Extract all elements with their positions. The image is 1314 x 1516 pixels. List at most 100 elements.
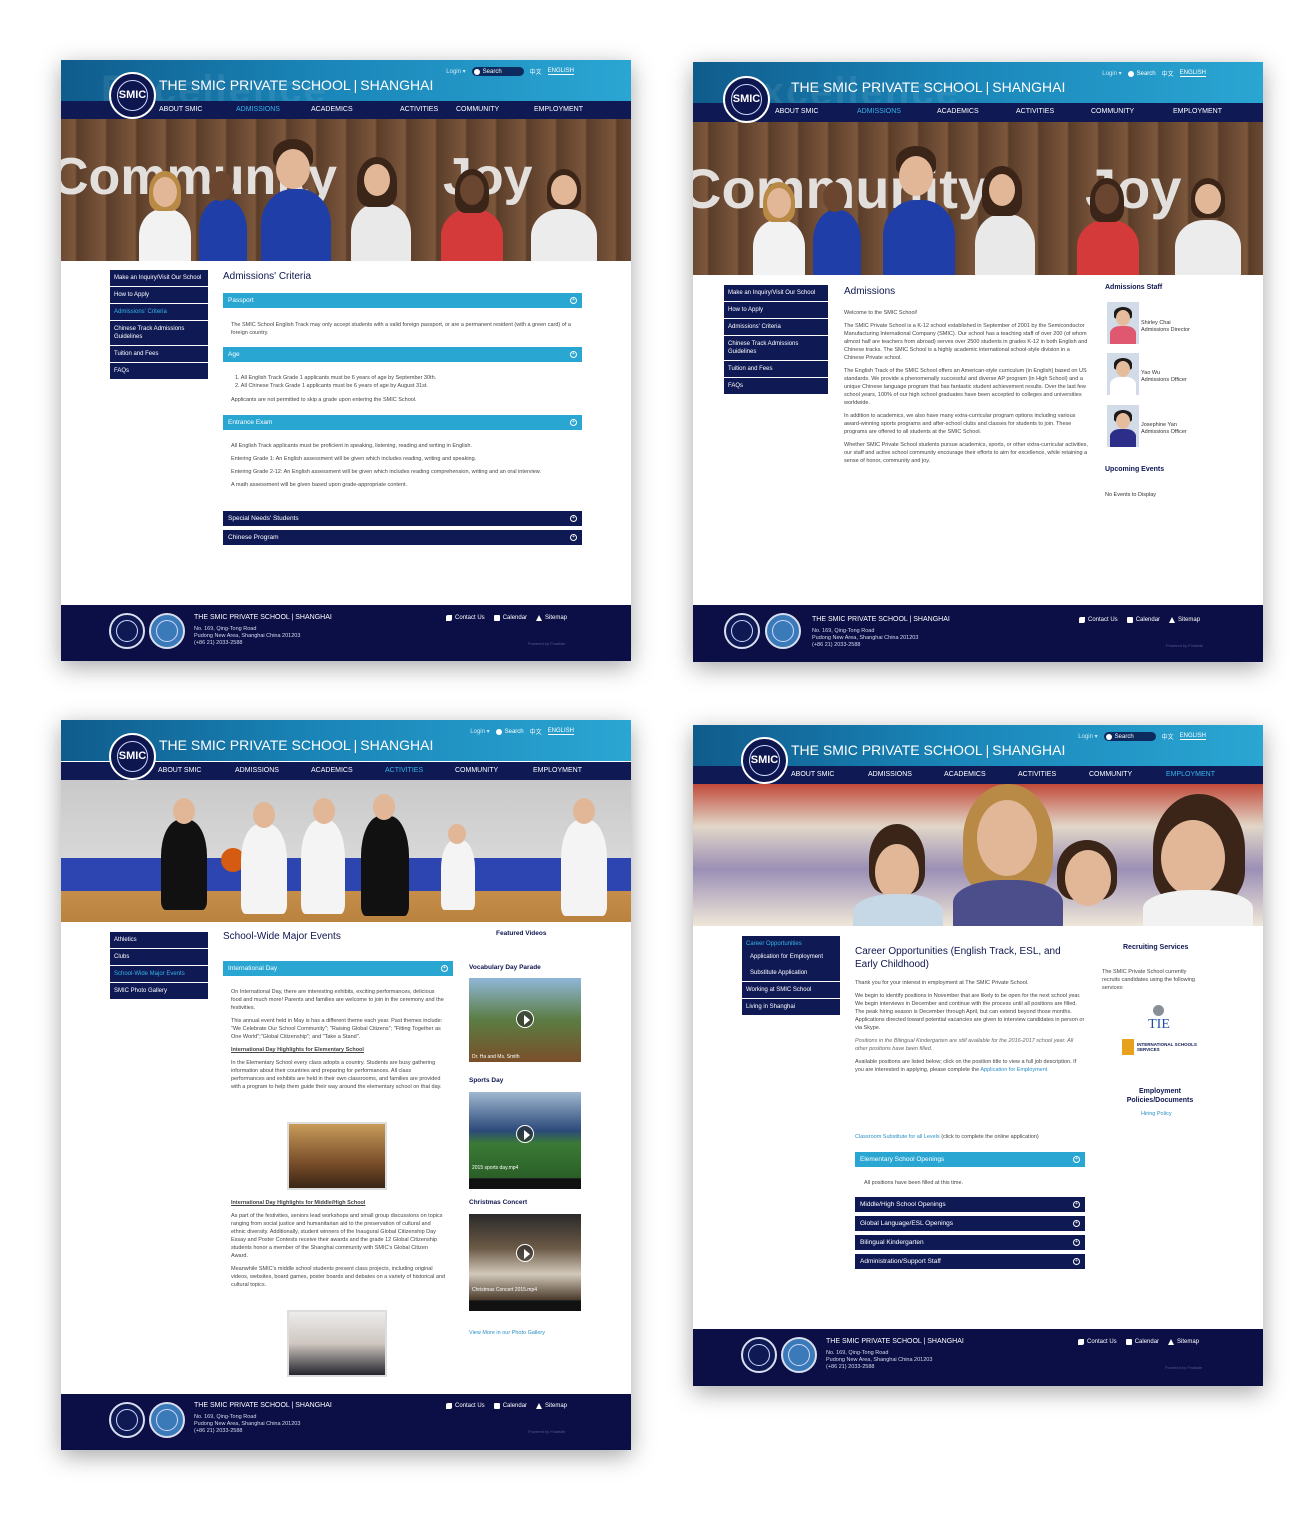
sidenav-chinese-track[interactable]: Chinese Track Admissions Guidelines [724,336,828,361]
video-player[interactable]: 2015 sports day.mp4 [469,1092,581,1189]
nav-activities[interactable]: ACTIVITIES [400,106,438,113]
powered-by[interactable]: Powered by Finalsite [528,1429,565,1434]
search-input[interactable]: Search [1103,732,1156,741]
nav-academics[interactable]: ACADEMICS [944,771,986,778]
accordion-international-day[interactable]: International Day + [223,961,453,976]
nav-employment[interactable]: EMPLOYMENT [534,106,583,113]
footer-calendar-link[interactable]: Calendar [493,1403,527,1409]
footer-sitemap-link[interactable]: Sitemap [536,615,567,621]
sidenav-chinese-track[interactable]: Chinese Track Admissions Guidelines [110,321,208,346]
powered-by[interactable]: Powered by Finalsite [528,641,565,646]
school-seal-logo[interactable]: SMIC [723,76,770,123]
nav-academics[interactable]: ACADEMICS [311,767,353,774]
accordion-middle-high-openings[interactable]: Middle/High School Openings + [855,1197,1085,1212]
sidenav-major-events[interactable]: School-Wide Major Events [110,966,208,983]
school-seal-logo[interactable]: SMIC [741,737,788,784]
video-controls[interactable] [469,1301,581,1311]
nav-admissions[interactable]: ADMISSIONS [868,771,912,778]
nav-community[interactable]: COMMUNITY [1089,771,1132,778]
language-english[interactable]: ENGLISH [547,68,574,75]
brand-title[interactable]: THE SMIC PRIVATE SCHOOL | SHANGHAI [159,737,433,753]
nav-activities[interactable]: ACTIVITIES [385,767,423,774]
sidenav-clubs[interactable]: Clubs [110,949,208,966]
video-player[interactable]: Christmas Concert 2015.mp4 [469,1214,581,1311]
footer-sitemap-link[interactable]: Sitemap [536,1403,567,1409]
nav-admissions[interactable]: ADMISSIONS [236,106,280,113]
nav-academics[interactable]: ACADEMICS [311,106,353,113]
play-icon[interactable] [516,1244,534,1262]
tie-logo[interactable]: TIE [1144,1005,1174,1035]
footer-sitemap-link[interactable]: Sitemap [1168,1339,1199,1345]
nav-employment[interactable]: EMPLOYMENT [1166,771,1215,778]
powered-by[interactable]: Powered by Finalsite [1166,643,1203,648]
login-link[interactable]: Login ▾ [446,68,465,75]
footer-sitemap-link[interactable]: Sitemap [1169,617,1200,623]
sidenav-application[interactable]: Application for Employment [742,952,840,965]
search-input[interactable]: Search [471,67,524,76]
login-link[interactable]: Login ▾ [1078,733,1097,740]
accordion-admin-support-staff[interactable]: Administration/Support Staff + [855,1254,1085,1269]
school-seal-logo[interactable]: SMIC [109,72,156,119]
accordion-age[interactable]: Age + [223,347,582,362]
footer-contact-link[interactable]: Contact Us [446,615,485,621]
footer-calendar-link[interactable]: Calendar [493,615,527,621]
footer-contact-link[interactable]: Contact Us [1078,1339,1117,1345]
sidenav-how-to-apply[interactable]: How to Apply [724,302,828,319]
sidenav-athletics[interactable]: Athletics [110,932,208,949]
nav-about[interactable]: ABOUT SMIC [158,767,201,774]
language-chinese[interactable]: 中文 [1162,732,1174,741]
brand-title[interactable]: THE SMIC PRIVATE SCHOOL | SHANGHAI [159,77,433,93]
sidenav-career-opportunities[interactable]: Career Opportunities [742,936,840,952]
nav-admissions[interactable]: ADMISSIONS [857,108,901,115]
language-english[interactable]: ENGLISH [1179,70,1206,77]
language-english[interactable]: ENGLISH [547,728,574,735]
accordion-special-needs[interactable]: Special Needs' Students + [223,511,582,526]
sidenav-faqs[interactable]: FAQs [724,378,828,395]
nav-academics[interactable]: ACADEMICS [937,108,979,115]
brand-title[interactable]: THE SMIC PRIVATE SCHOOL | SHANGHAI [791,742,1065,758]
nav-employment[interactable]: EMPLOYMENT [1173,108,1222,115]
language-chinese[interactable]: 中文 [530,67,542,76]
nav-community[interactable]: COMMUNITY [455,767,498,774]
sidenav-criteria[interactable]: Admissions' Criteria [724,319,828,336]
nav-activities[interactable]: ACTIVITIES [1016,108,1054,115]
footer-contact-link[interactable]: Contact Us [446,1403,485,1409]
nav-activities[interactable]: ACTIVITIES [1018,771,1056,778]
video-controls[interactable] [469,1179,581,1189]
nav-community[interactable]: COMMUNITY [1091,108,1134,115]
sidenav-tuition[interactable]: Tuition and Fees [110,346,208,363]
hiring-policy-link[interactable]: Hiring Policy [1141,1110,1172,1118]
language-chinese[interactable]: 中文 [1162,69,1174,78]
sidenav-photo-gallery[interactable]: SMIC Photo Gallery [110,983,208,1000]
iss-logo[interactable]: INTERNATIONAL SCHOOLS SERVICES [1122,1039,1202,1055]
accordion-chinese-program[interactable]: Chinese Program + [223,530,582,545]
language-english[interactable]: ENGLISH [1179,733,1206,740]
nav-about[interactable]: ABOUT SMIC [159,106,202,113]
sidenav-working-at-smic[interactable]: Working at SMIC School [742,982,840,999]
nav-employment[interactable]: EMPLOYMENT [533,767,582,774]
application-link[interactable]: Application for Employment [980,1067,1047,1073]
accordion-entrance-exam[interactable]: Entrance Exam + [223,415,582,430]
sidenav-living-in-shanghai[interactable]: Living in Shanghai [742,999,840,1016]
login-link[interactable]: Login ▾ [470,728,489,735]
accordion-elementary-openings[interactable]: Elementary School Openings + [855,1152,1085,1167]
login-link[interactable]: Login ▾ [1102,70,1121,77]
language-chinese[interactable]: 中文 [530,727,542,736]
sidenav-tuition[interactable]: Tuition and Fees [724,361,828,378]
play-icon[interactable] [516,1125,534,1143]
sidenav-faqs[interactable]: FAQs [110,363,208,380]
search-button[interactable]: Search [1127,70,1156,77]
photo-gallery-link[interactable]: View More in our Photo Gallery [469,1329,545,1337]
accordion-bilingual-kindergarten[interactable]: Bilingual Kindergarten + [855,1235,1085,1250]
nav-about[interactable]: ABOUT SMIC [791,771,834,778]
school-seal-logo[interactable]: SMIC [109,733,156,780]
video-player[interactable]: Dr. Ha and Ms. Smith [469,978,581,1062]
footer-contact-link[interactable]: Contact Us [1079,617,1118,623]
sidenav-substitute[interactable]: Substitute Application [742,965,840,982]
footer-calendar-link[interactable]: Calendar [1125,1339,1159,1345]
sidenav-inquiry[interactable]: Make an Inquiry/Visit Our School [724,285,828,302]
play-icon[interactable] [516,1010,534,1028]
nav-community[interactable]: COMMUNITY [456,106,499,113]
sidenav-how-to-apply[interactable]: How to Apply [110,287,208,304]
nav-admissions[interactable]: ADMISSIONS [235,767,279,774]
